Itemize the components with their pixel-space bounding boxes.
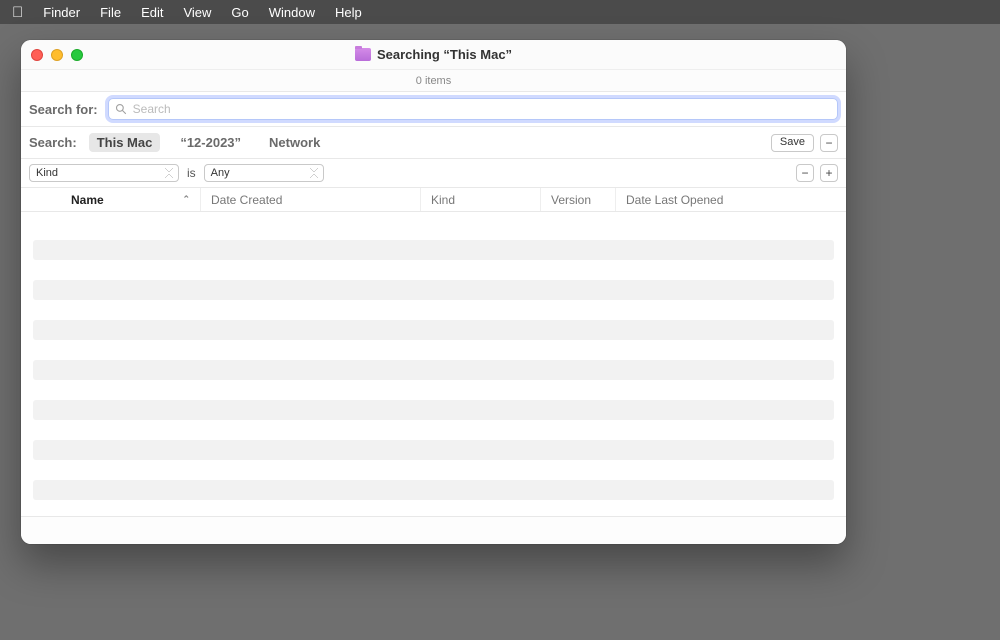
search-field[interactable]: [108, 98, 838, 120]
window-zoom-button[interactable]: [71, 49, 83, 61]
search-for-row: Search for:: [21, 92, 846, 127]
window-title: Searching “This Mac”: [355, 47, 512, 62]
scope-folder[interactable]: “12-2023”: [172, 133, 249, 152]
column-header-name[interactable]: Name ⌃: [21, 188, 201, 211]
menubar-app-name[interactable]: Finder: [43, 5, 80, 20]
window-title-text: Searching “This Mac”: [377, 47, 512, 62]
window-close-button[interactable]: [31, 49, 43, 61]
search-icon: [115, 103, 127, 115]
menubar-view[interactable]: View: [183, 5, 211, 20]
column-header-kind[interactable]: Kind: [421, 188, 541, 211]
results-column-headers: Name ⌃ Date Created Kind Version Date La…: [21, 188, 846, 212]
scope-this-mac[interactable]: This Mac: [89, 133, 161, 152]
window-titlebar: Searching “This Mac”: [21, 40, 846, 70]
search-scope-row: Search: This Mac “12-2023” Network Save …: [21, 127, 846, 159]
column-header-date-last-opened[interactable]: Date Last Opened: [616, 188, 846, 211]
menubar-file[interactable]: File: [100, 5, 121, 20]
criteria-attribute-select[interactable]: Kind: [29, 164, 179, 182]
items-count-text: 0 items: [416, 75, 451, 87]
window-minimize-button[interactable]: [51, 49, 63, 61]
list-item: [33, 280, 834, 300]
menubar-go[interactable]: Go: [231, 5, 248, 20]
list-item: [33, 480, 834, 500]
column-header-date-created[interactable]: Date Created: [201, 188, 421, 211]
finder-window: Searching “This Mac” 0 items Search for:…: [21, 40, 846, 544]
criteria-value-select[interactable]: Any: [204, 164, 324, 182]
window-bottom-bar: [21, 516, 846, 544]
list-item: [33, 440, 834, 460]
smart-folder-icon: [355, 48, 371, 61]
criteria-operator-label: is: [187, 166, 196, 180]
menubar-window[interactable]: Window: [269, 5, 315, 20]
search-input[interactable]: [133, 102, 831, 116]
window-controls: [31, 49, 83, 61]
results-list: [21, 212, 846, 516]
remove-scope-button[interactable]: −: [820, 134, 838, 152]
add-criteria-button[interactable]: +: [820, 164, 838, 182]
list-item: [33, 320, 834, 340]
list-item: [33, 400, 834, 420]
list-item: [33, 360, 834, 380]
column-header-version[interactable]: Version: [541, 188, 616, 211]
menubar-help[interactable]: Help: [335, 5, 362, 20]
list-item: [33, 240, 834, 260]
menubar-edit[interactable]: Edit: [141, 5, 163, 20]
items-count-bar: 0 items: [21, 70, 846, 92]
apple-menu-icon[interactable]: : [12, 5, 23, 20]
save-search-button[interactable]: Save: [771, 134, 814, 152]
search-criteria-row: Kind is Any − +: [21, 159, 846, 188]
remove-criteria-button[interactable]: −: [796, 164, 814, 182]
search-scope-label: Search:: [29, 135, 77, 150]
macos-menu-bar:  Finder File Edit View Go Window Help: [0, 0, 1000, 24]
sort-ascending-icon: ⌃: [182, 194, 190, 205]
search-for-label: Search for:: [29, 102, 98, 117]
scope-network[interactable]: Network: [261, 133, 328, 152]
